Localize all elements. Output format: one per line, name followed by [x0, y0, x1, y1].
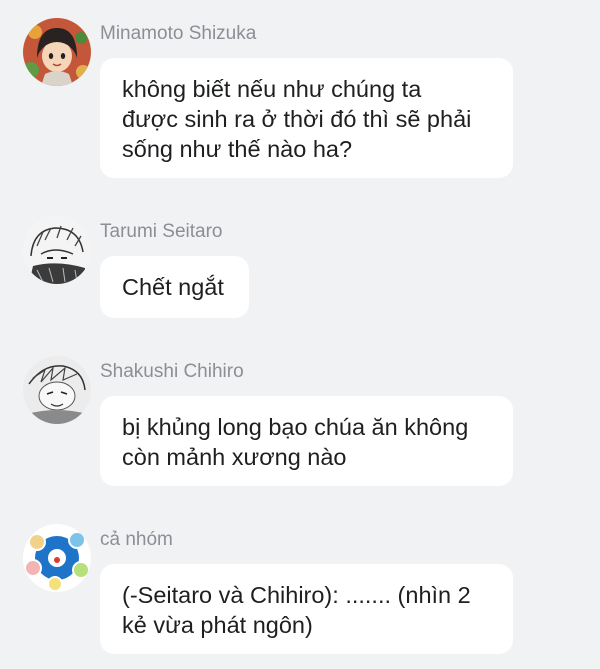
message-bubble[interactable]: không biết nếu như chúng ta được sinh ra… — [100, 58, 513, 178]
message-bubble[interactable]: Chết ngắt — [100, 256, 249, 318]
group-avatar-icon[interactable] — [23, 524, 91, 592]
message-bubble[interactable]: (-Seitaro và Chihiro): ....... (nhìn 2 k… — [100, 564, 513, 654]
chihiro-avatar-icon[interactable] — [23, 356, 91, 424]
message-text-line: (-Seitaro và Chihiro): ....... (nhìn 2 — [122, 582, 471, 608]
message-text-line: Chết ngắt — [122, 274, 224, 300]
message-text-line: kẻ vừa phát ngôn) — [122, 612, 313, 638]
message-text-line: còn mảnh xương nào — [122, 444, 347, 470]
sender-name: Minamoto Shizuka — [100, 23, 257, 44]
sender-name: cả nhóm — [100, 529, 173, 550]
seitaro-avatar-icon[interactable] — [23, 216, 91, 284]
message-text-line: sống như thế nào ha? — [122, 136, 353, 162]
message-text-line: không biết nếu như chúng ta — [122, 76, 422, 102]
message-text-line: được sinh ra ở thời đó thì sẽ phải — [122, 106, 472, 132]
message-bubble[interactable]: bị khủng long bạo chúa ăn không còn mảnh… — [100, 396, 513, 486]
shizuka-avatar-icon[interactable] — [23, 18, 91, 86]
sender-name: Tarumi Seitaro — [100, 221, 223, 242]
message-text-line: bị khủng long bạo chúa ăn không — [122, 414, 469, 440]
sender-name: Shakushi Chihiro — [100, 361, 244, 382]
